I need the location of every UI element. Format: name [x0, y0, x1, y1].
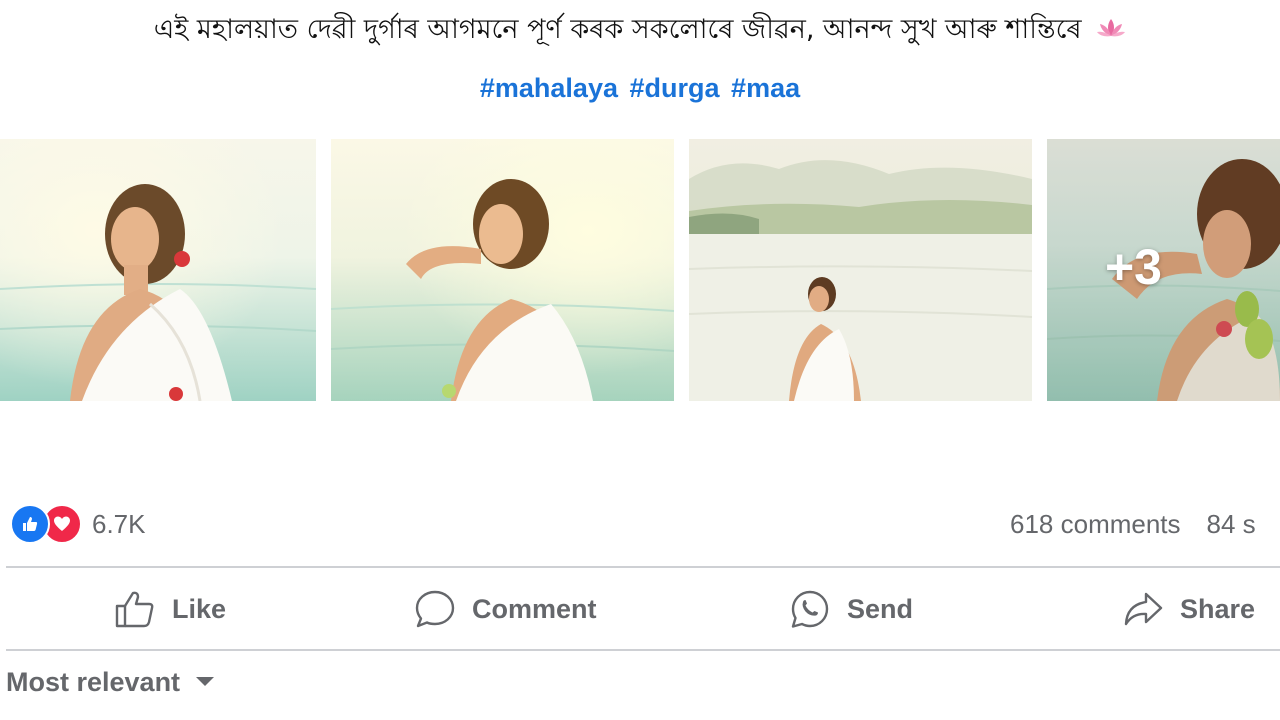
divider [6, 649, 1280, 651]
hashtag-link[interactable]: #maa [731, 73, 800, 103]
comments-sort-label: Most relevant [6, 666, 181, 697]
lotus-icon [1096, 11, 1126, 51]
comment-icon [415, 590, 455, 628]
hashtag-link[interactable]: #durga [630, 73, 720, 103]
comment-button[interactable]: Comment [414, 568, 597, 650]
comments-sort-dropdown[interactable]: Most relevant [6, 662, 216, 702]
photo-1[interactable] [0, 139, 316, 401]
whatsapp-icon [791, 590, 829, 628]
hashtags: #mahalaya #durga #maa [0, 68, 1280, 108]
reactions-summary[interactable]: 6.7K [10, 504, 146, 544]
like-button[interactable]: Like [114, 568, 226, 650]
like-icon [10, 504, 50, 544]
more-photos-count: +3 [1104, 239, 1162, 295]
share-icon [1124, 592, 1163, 626]
reactions-count: 6.7K [92, 508, 146, 539]
send-button[interactable]: Send [789, 568, 913, 650]
caret-down-icon [196, 677, 215, 686]
like-label: Like [172, 593, 227, 624]
shares-count[interactable]: 84 s [1207, 509, 1256, 540]
hashtag-link[interactable]: #mahalaya [480, 73, 618, 103]
share-button[interactable]: Share [1122, 568, 1255, 650]
engagement-stats: 618 comments 84 s [1010, 504, 1280, 544]
comment-label: Comment [472, 593, 597, 624]
send-label: Send [847, 593, 914, 624]
photo-2[interactable] [331, 139, 674, 401]
photo-3[interactable] [689, 139, 1032, 401]
post-caption-text: এই মহালয়াত দেৱী দুৰ্গাৰ আগমনে পূৰ্ণ কৰক… [153, 14, 1082, 45]
post-actions: Like Comment Send Share [0, 568, 1280, 650]
photo-4[interactable]: +3 [1047, 139, 1280, 401]
comments-count[interactable]: 618 comments [1010, 509, 1181, 540]
post-caption: এই মহালয়াত দেৱী দুৰ্গাৰ আগমনে পূৰ্ণ কৰক… [0, 10, 1280, 51]
thumbs-up-icon [115, 591, 154, 628]
share-label: Share [1180, 593, 1256, 624]
